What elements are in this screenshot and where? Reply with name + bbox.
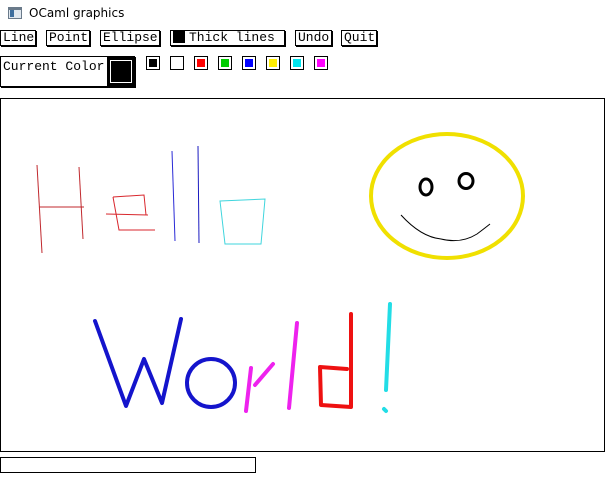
title-bar[interactable]: OCaml graphics <box>0 0 614 28</box>
stroke-letter-r <box>244 362 275 413</box>
palette-swatch-black[interactable] <box>146 56 160 70</box>
palette-swatch-white[interactable] <box>170 56 184 70</box>
window-title: OCaml graphics <box>29 6 125 20</box>
stroke-letter-e <box>105 194 155 231</box>
palette-swatch-magenta[interactable] <box>314 56 328 70</box>
ellipse-button[interactable]: Ellipse <box>100 30 160 46</box>
palette-swatch-red[interactable] <box>194 56 208 70</box>
undo-button[interactable]: Undo <box>295 30 332 46</box>
stroke-letter-w <box>93 317 183 408</box>
stroke-exclamation <box>382 302 392 413</box>
thick-lines-button[interactable]: Thick lines <box>170 30 285 46</box>
current-color-indicator: Current Color <box>0 56 135 87</box>
stroke-letter-l1 <box>171 150 176 242</box>
thick-lines-label: Thick lines <box>189 30 275 45</box>
stroke-letter-o-large <box>185 357 237 409</box>
stroke-letter-l2 <box>197 145 200 244</box>
status-field[interactable] <box>0 457 256 473</box>
window-app-icon <box>8 7 22 19</box>
graphics-window: OCaml graphics Line Point Ellipse Thick … <box>0 0 614 488</box>
point-button[interactable]: Point <box>46 30 90 46</box>
thick-lines-swatch <box>173 31 185 43</box>
line-button[interactable]: Line <box>0 30 36 46</box>
palette-swatch-blue[interactable] <box>242 56 256 70</box>
palette-swatch-cyan[interactable] <box>290 56 304 70</box>
quit-button[interactable]: Quit <box>341 30 377 46</box>
stroke-smiley-face <box>369 132 525 260</box>
current-color-swatch <box>107 57 135 86</box>
stroke-letter-d <box>318 312 353 409</box>
drawing-strokes <box>36 132 525 413</box>
current-color-label: Current Color <box>3 59 105 74</box>
stroke-letter-h <box>36 164 84 254</box>
stroke-letter-o-small <box>219 198 266 245</box>
stroke-letter-l3 <box>287 321 299 410</box>
palette-swatch-yellow[interactable] <box>266 56 280 70</box>
palette-swatch-green[interactable] <box>218 56 232 70</box>
drawing-canvas[interactable] <box>0 98 605 452</box>
